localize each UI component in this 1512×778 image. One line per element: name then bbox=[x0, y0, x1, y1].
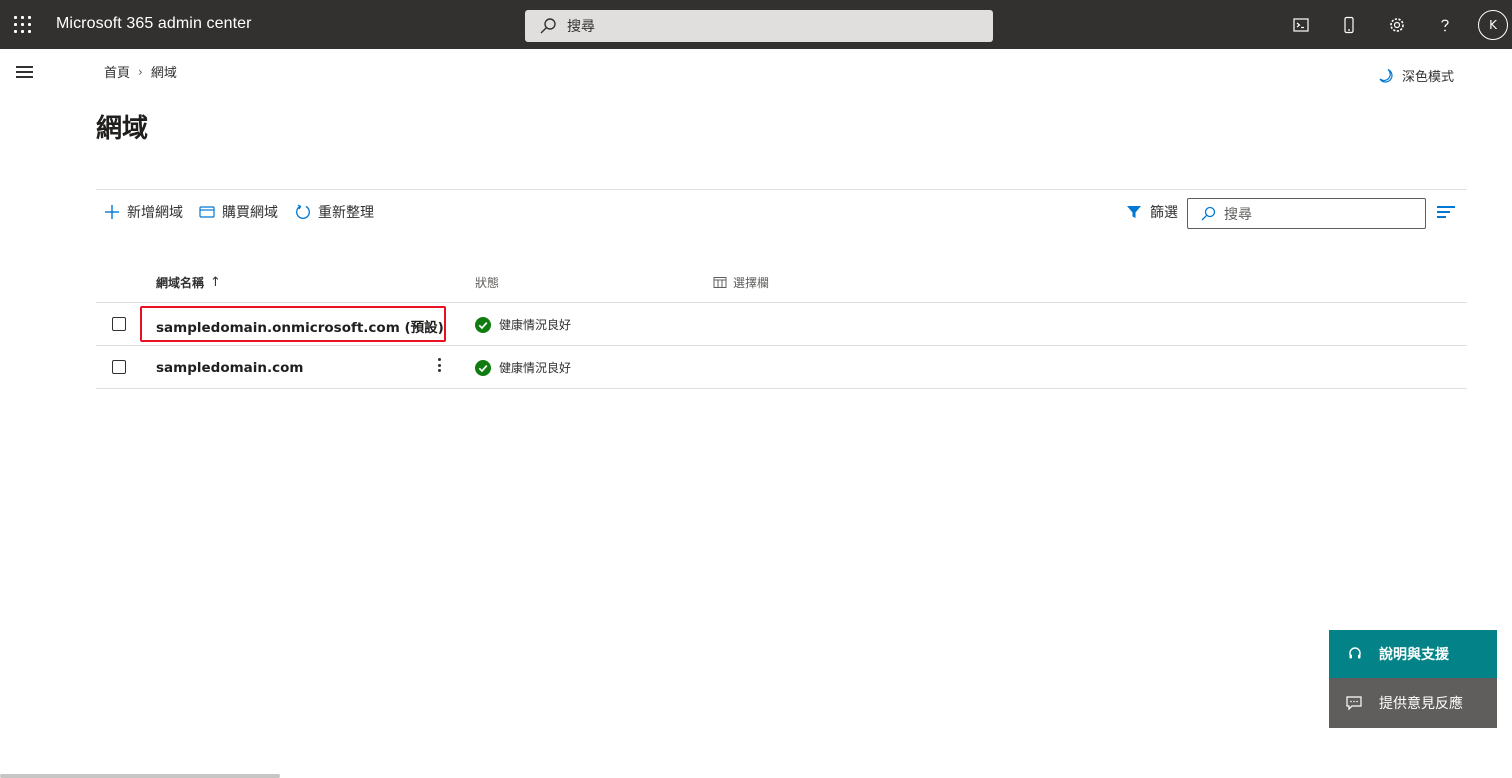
avatar[interactable]: K bbox=[1478, 9, 1508, 40]
help-icon[interactable] bbox=[1421, 0, 1469, 49]
row-checkbox[interactable] bbox=[112, 317, 126, 331]
view-options-icon[interactable] bbox=[1437, 206, 1455, 220]
search-icon bbox=[1201, 206, 1216, 220]
card-icon bbox=[199, 206, 215, 218]
waffle-icon[interactable] bbox=[14, 16, 32, 34]
divider bbox=[96, 189, 1467, 190]
search-icon bbox=[540, 18, 556, 34]
status-cell: 健康情況良好 bbox=[475, 359, 571, 376]
divider bbox=[96, 388, 1467, 389]
row-checkbox[interactable] bbox=[112, 360, 126, 374]
column-header-domain-name[interactable]: 網域名稱 ↑ bbox=[156, 274, 221, 291]
top-bar: Microsoft 365 admin center 搜尋 K bbox=[0, 0, 1512, 49]
moon-icon bbox=[1379, 68, 1393, 83]
feedback-label: 提供意見反應 bbox=[1379, 696, 1463, 712]
top-bar-actions: K bbox=[1277, 0, 1512, 49]
gear-icon[interactable] bbox=[1373, 0, 1421, 49]
filter-button[interactable]: 篩選 bbox=[1126, 202, 1178, 222]
buy-domain-button[interactable]: 購買網域 bbox=[199, 202, 278, 222]
column-header-status-label: 狀態 bbox=[475, 276, 500, 290]
search-input[interactable]: 搜尋 bbox=[1187, 198, 1426, 229]
plus-icon bbox=[105, 205, 119, 219]
highlight-box bbox=[140, 306, 446, 342]
refresh-button[interactable]: 重新整理 bbox=[295, 202, 374, 222]
columns-icon bbox=[713, 276, 727, 288]
horizontal-scrollbar[interactable] bbox=[0, 774, 280, 778]
domain-name-link[interactable]: sampledomain.com bbox=[156, 360, 304, 376]
choose-columns-label: 選擇欄 bbox=[733, 276, 770, 290]
buy-domain-label: 購買網域 bbox=[222, 205, 278, 221]
check-circle-icon bbox=[475, 359, 491, 376]
feedback-button[interactable]: 提供意見反應 bbox=[1329, 678, 1497, 728]
search-placeholder: 搜尋 bbox=[1224, 206, 1252, 223]
column-header-status[interactable]: 狀態 bbox=[475, 274, 499, 291]
help-support-label: 說明與支援 bbox=[1379, 647, 1449, 663]
check-circle-icon bbox=[475, 316, 491, 333]
choose-columns-button[interactable]: 選擇欄 bbox=[713, 274, 769, 291]
breadcrumb: 首頁 › 網域 bbox=[104, 62, 177, 82]
mobile-icon[interactable] bbox=[1325, 0, 1373, 49]
filter-icon bbox=[1127, 206, 1141, 218]
more-options-icon[interactable] bbox=[438, 358, 442, 374]
status-cell: 健康情況良好 bbox=[475, 316, 571, 333]
headset-icon bbox=[1349, 647, 1361, 659]
breadcrumb-current: 網域 bbox=[150, 66, 177, 81]
dark-mode-label: 深色模式 bbox=[1402, 70, 1455, 85]
add-domain-button[interactable]: 新增網域 bbox=[104, 202, 183, 222]
add-domain-label: 新增網域 bbox=[127, 205, 183, 221]
breadcrumb-home[interactable]: 首頁 bbox=[104, 62, 130, 81]
global-search-input[interactable]: 搜尋 bbox=[525, 10, 993, 42]
help-support-button[interactable]: 說明與支援 bbox=[1329, 630, 1497, 678]
sort-ascending-icon: ↑ bbox=[210, 275, 221, 290]
status-text: 健康情況良好 bbox=[499, 318, 572, 332]
column-header-domain-name-label: 網域名稱 bbox=[156, 276, 205, 290]
chevron-right-icon: › bbox=[138, 64, 143, 79]
nav-menu-icon[interactable] bbox=[16, 66, 33, 78]
page-title: 網域 bbox=[96, 114, 149, 144]
global-search-placeholder: 搜尋 bbox=[567, 19, 595, 35]
feedback-icon bbox=[1346, 696, 1362, 711]
app-title[interactable]: Microsoft 365 admin center bbox=[56, 15, 252, 33]
refresh-icon bbox=[296, 204, 310, 219]
status-text: 健康情況良好 bbox=[499, 361, 572, 375]
terminal-icon[interactable] bbox=[1277, 0, 1325, 49]
refresh-label: 重新整理 bbox=[318, 205, 374, 221]
dark-mode-toggle[interactable]: 深色模式 bbox=[1378, 66, 1454, 85]
table-row[interactable]: sampledomain.com 健康情況良好 bbox=[96, 346, 1467, 389]
filter-label: 篩選 bbox=[1150, 205, 1178, 221]
